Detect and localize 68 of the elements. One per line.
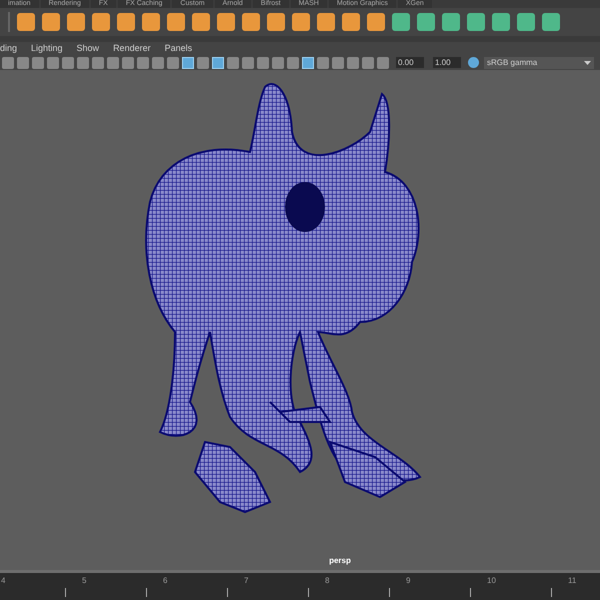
shelf-tool-icon[interactable] xyxy=(492,13,510,31)
toolbar-tool-icon[interactable] xyxy=(362,56,374,68)
frame-number: 9 xyxy=(406,575,410,587)
toolbar-tool-icon[interactable] xyxy=(62,56,74,68)
shelf-tool-icon[interactable] xyxy=(367,13,385,31)
toolbar-tool-icon[interactable] xyxy=(2,56,14,68)
shelf-tool-icon[interactable] xyxy=(192,13,210,31)
shelf-tool-icon[interactable] xyxy=(267,13,285,31)
shelf-tool-icon[interactable] xyxy=(517,13,535,31)
shelf-tool-icon[interactable] xyxy=(292,13,310,31)
toolbar-tool-icon[interactable] xyxy=(347,56,359,68)
shelf-tool-icon[interactable] xyxy=(42,13,60,31)
frame-number: 4 xyxy=(1,575,6,587)
toolbar-tool-icon[interactable] xyxy=(332,56,344,68)
toolbar-tool-icon[interactable] xyxy=(107,56,119,68)
toolbar-tool-icon[interactable] xyxy=(167,56,179,68)
toolbar-tool-icon[interactable] xyxy=(317,56,329,68)
toolbar-tool-icon[interactable] xyxy=(272,56,284,68)
toolbar-tool-icon[interactable] xyxy=(182,56,194,68)
toolbar-tool-icon[interactable] xyxy=(302,56,314,68)
shelf-tool-icon[interactable] xyxy=(442,13,460,31)
toolbar-tool-icon[interactable] xyxy=(17,56,29,68)
toolbar-tool-icon[interactable] xyxy=(92,56,104,68)
color-space-dropdown[interactable]: sRGB gamma xyxy=(484,56,594,68)
shelf-tool-icon[interactable] xyxy=(67,13,85,31)
menu-item[interactable]: Lighting xyxy=(31,42,63,56)
shelf-tool-icon[interactable] xyxy=(317,13,335,31)
toolbar-tool-icon[interactable] xyxy=(242,56,254,68)
toolbar-tool-icon[interactable] xyxy=(122,56,134,68)
toolbar-tool-icon[interactable] xyxy=(137,56,149,68)
toolbar-tool-icon[interactable] xyxy=(47,56,59,68)
toolbar-tool-icon[interactable] xyxy=(212,56,224,68)
menu-item[interactable]: Panels xyxy=(164,42,192,56)
shelf-tool-icon[interactable] xyxy=(17,13,35,31)
toolbar-tool-icon[interactable] xyxy=(152,56,164,68)
frame-number: 10 xyxy=(487,575,496,587)
shelf-tool-icon[interactable] xyxy=(392,13,410,31)
shelf-tool-icon[interactable] xyxy=(542,13,560,31)
frame-number: 6 xyxy=(163,575,168,587)
menu-item[interactable]: Renderer xyxy=(113,42,151,56)
toolbar-tool-icon[interactable] xyxy=(77,56,89,68)
toolbar-tool-icon[interactable] xyxy=(377,56,389,68)
menu-item[interactable]: Show xyxy=(76,42,100,56)
toolbar-tool-icon[interactable] xyxy=(227,56,239,68)
shelf-tool-icon[interactable] xyxy=(217,13,235,31)
camera-label: persp xyxy=(329,555,351,567)
shelf-tool-icon[interactable] xyxy=(342,13,360,31)
exposure-field[interactable]: 0.00 xyxy=(396,57,424,68)
shelf-tool-icon[interactable] xyxy=(242,13,260,31)
shelf-tool-icon[interactable] xyxy=(467,13,485,31)
shelf-tool-icon[interactable] xyxy=(117,13,135,31)
toolbar-tool-icon[interactable] xyxy=(257,56,269,68)
toolbar-tool-icon[interactable] xyxy=(197,56,209,68)
toolbar-tool-icon[interactable] xyxy=(287,56,299,68)
gamma-field[interactable]: 1.00 xyxy=(433,57,461,68)
shelf-tool-icon[interactable] xyxy=(417,13,435,31)
toolbar-tool-icon[interactable] xyxy=(32,56,44,68)
dropdown-value: sRGB gamma xyxy=(487,56,538,68)
shelf-tool-icon[interactable] xyxy=(92,13,110,31)
shelf-tool-icon[interactable] xyxy=(142,13,160,31)
dropdown-caret-icon xyxy=(584,60,591,64)
menu-item[interactable]: ding xyxy=(0,42,18,56)
frame-number: 5 xyxy=(82,575,86,587)
frame-number: 11 xyxy=(568,575,576,587)
frame-number: 8 xyxy=(325,575,330,587)
color-management-icon[interactable] xyxy=(468,57,479,68)
shelf-tool-icon[interactable] xyxy=(167,13,185,31)
frame-number: 7 xyxy=(244,575,248,587)
